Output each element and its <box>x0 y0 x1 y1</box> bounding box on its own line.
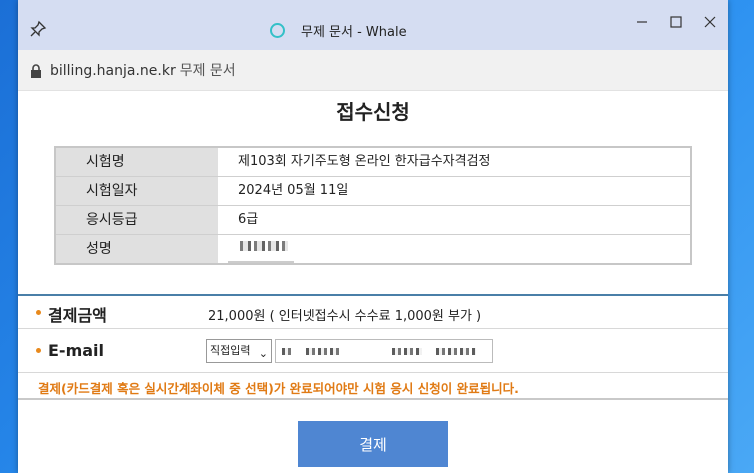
page-title: 접수신청 <box>336 100 410 124</box>
amount-label: 결제금액 <box>48 306 107 325</box>
bullet-icon <box>36 348 41 353</box>
lock-icon <box>31 64 41 78</box>
redacted-email <box>436 348 476 355</box>
table-row: 시험명 제103회 자기주도형 온라인 한자급수자격검정 <box>56 148 690 177</box>
row-label: 응시등급 <box>56 206 218 234</box>
email-input[interactable] <box>275 339 493 363</box>
payment-notice: 결제(카드결제 혹은 실시간계좌이체 중 선택)가 완료되어야만 시험 응시 신… <box>18 373 728 400</box>
redacted-email <box>282 348 294 355</box>
page-content: 접수신청 시험명 제103회 자기주도형 온라인 한자급수자격검정 시험일자 2… <box>18 90 728 473</box>
row-label: 성명 <box>56 235 218 263</box>
amount-value: 21,000원 ( 인터넷접수시 수수료 1,000원 부가 ) <box>208 309 482 324</box>
email-row: E-mail 직접입력 ⌄ <box>18 329 728 373</box>
url-page-title: 무제 문서 <box>179 63 236 79</box>
window-title-text: 무제 문서 - Whale <box>301 24 407 40</box>
address-bar[interactable]: billing.hanja.ne.kr 무제 문서 <box>18 50 728 91</box>
chevron-down-icon: ⌄ <box>258 347 268 360</box>
minimize-icon[interactable] <box>633 13 651 31</box>
pay-button[interactable]: 결제 <box>298 421 448 467</box>
redacted-email <box>392 348 422 355</box>
row-value: 2024년 05월 11일 <box>238 183 349 198</box>
redacted-name <box>240 241 288 251</box>
whale-logo-icon <box>270 22 285 38</box>
browser-window: 무제 문서 - Whale billing.hanja.ne.kr 무제 문서 접… <box>18 0 728 473</box>
bullet-icon <box>36 310 41 315</box>
table-row: 성명 <box>56 235 690 263</box>
pin-icon[interactable] <box>29 20 47 38</box>
table-row: 시험일자 2024년 05월 11일 <box>56 177 690 206</box>
redacted-email <box>306 348 340 355</box>
row-label: 시험명 <box>56 148 218 176</box>
email-select-value: 직접입력 <box>210 344 251 357</box>
row-value: 제103회 자기주도형 온라인 한자급수자격검정 <box>238 154 491 169</box>
exam-info-table: 시험명 제103회 자기주도형 온라인 한자급수자격검정 시험일자 2024년 … <box>54 146 692 265</box>
window-title: 무제 문서 - Whale <box>270 21 407 40</box>
row-label: 시험일자 <box>56 177 218 205</box>
row-value: 6급 <box>238 212 259 227</box>
url-domain: billing.hanja.ne.kr <box>50 63 176 79</box>
email-label: E-mail <box>48 341 105 360</box>
table-row: 응시등급 6급 <box>56 206 690 235</box>
redacted-underline <box>228 261 294 263</box>
name-value-redacted <box>218 235 690 263</box>
address-url[interactable]: billing.hanja.ne.kr 무제 문서 <box>50 60 236 80</box>
title-bar: 무제 문서 - Whale <box>18 0 728 50</box>
close-icon[interactable] <box>701 13 719 31</box>
email-domain-select[interactable]: 직접입력 ⌄ <box>206 339 272 363</box>
maximize-icon[interactable] <box>667 13 685 31</box>
notice-text: 결제(카드결제 혹은 실시간계좌이체 중 선택)가 완료되어야만 시험 응시 신… <box>38 381 519 396</box>
payment-amount-row: 결제금액 21,000원 ( 인터넷접수시 수수료 1,000원 부가 ) <box>18 296 728 329</box>
